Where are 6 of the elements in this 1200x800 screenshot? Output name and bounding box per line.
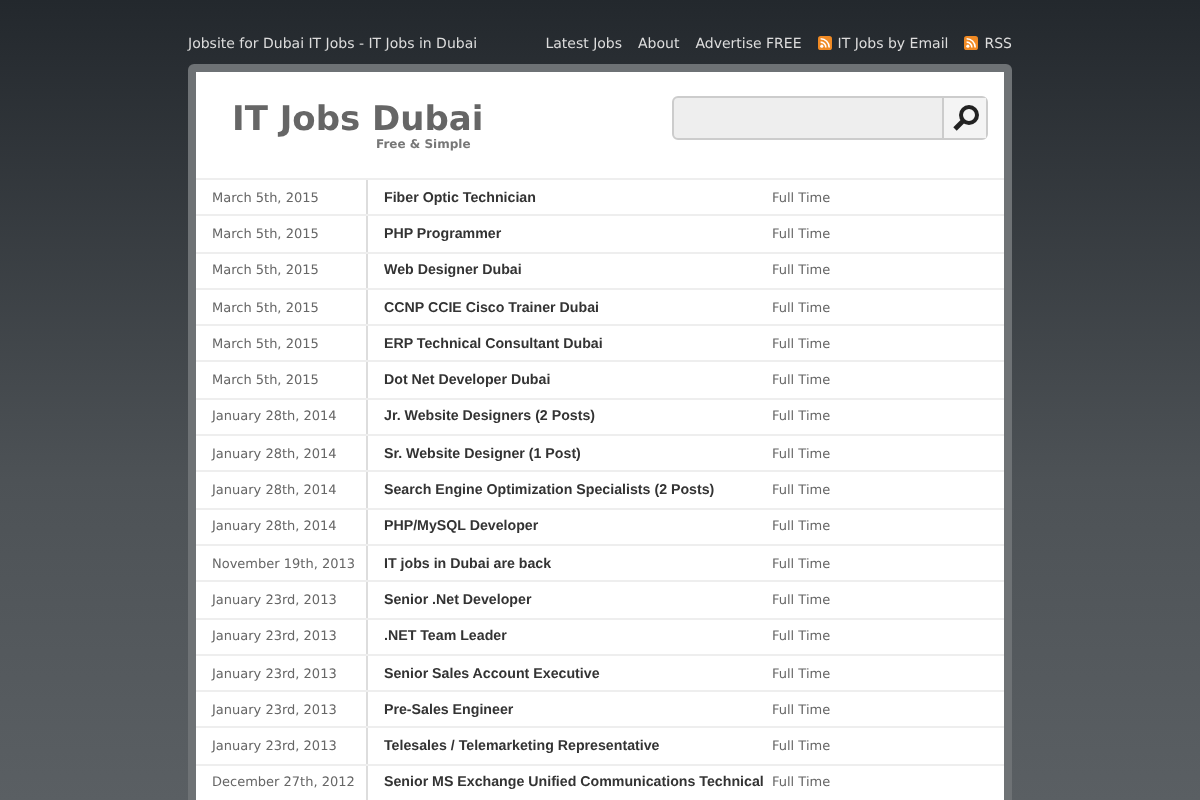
search-icon bbox=[951, 104, 979, 132]
search-field[interactable] bbox=[672, 96, 988, 140]
logo-title[interactable]: IT Jobs Dubai bbox=[232, 102, 484, 138]
rss-icon bbox=[817, 36, 832, 50]
search-button[interactable] bbox=[942, 98, 986, 138]
rss-icon bbox=[964, 36, 979, 50]
